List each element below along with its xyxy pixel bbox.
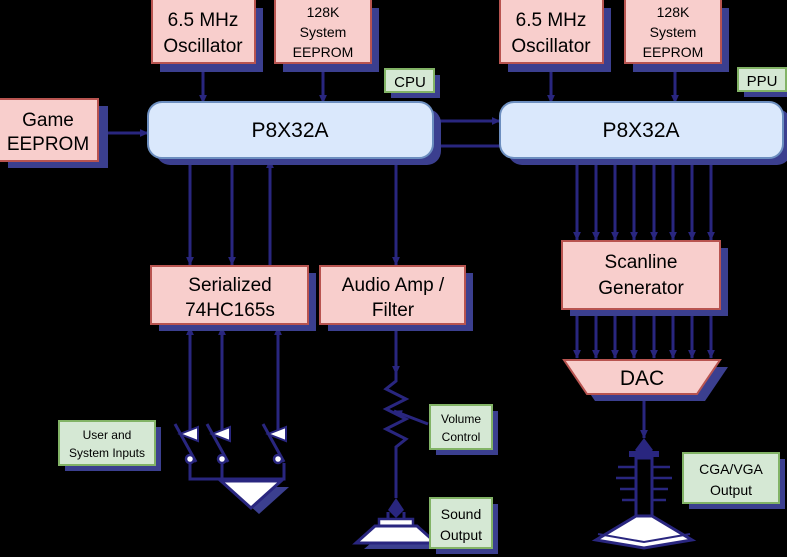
diagram-canvas: ••• Game EEPROM 6.5 MHz Oscillator 128K … — [0, 0, 787, 557]
block-ppu-system-eeprom[interactable]: 128K System EEPROM — [624, 0, 729, 72]
serialized-label-1: Serialized — [188, 275, 271, 296]
tag-volume-control[interactable]: Volume Control — [429, 404, 498, 455]
cpu-oscillator-label-2: Oscillator — [163, 36, 243, 57]
switch-contact-2 — [216, 453, 228, 465]
cpu-system-eeprom-label-1: 128K — [307, 4, 340, 20]
ppu-oscillator-label-1: 6.5 MHz — [516, 10, 587, 31]
tag-cga-vga-output[interactable]: CGA/VGA Output — [682, 452, 785, 509]
game-eeprom-label-2: EEPROM — [7, 134, 89, 155]
serialized-label-2: 74HC165s — [185, 300, 275, 321]
crt-tube-symbol — [591, 438, 697, 550]
ground-triangle — [217, 479, 289, 514]
resistor-zigzag — [382, 374, 410, 498]
tag-user-inputs-label-1: User and — [83, 428, 132, 442]
tag-sound-output-label-2: Output — [440, 527, 482, 543]
block-serialized-74hc165s[interactable]: Serialized 74HC165s — [150, 265, 316, 331]
cpu-system-eeprom-label-3: EEPROM — [293, 44, 354, 60]
block-cpu-oscillator[interactable]: 6.5 MHz Oscillator — [151, 0, 263, 72]
wire-scanline-to-dac-bus — [573, 312, 715, 359]
cpu-oscillator-label-1: 6.5 MHz — [168, 10, 239, 31]
cpu-chip-label: P8X32A — [251, 119, 328, 142]
block-ppu-oscillator[interactable]: 6.5 MHz Oscillator — [499, 0, 611, 72]
crt-screen — [591, 514, 697, 550]
potentiometer-symbol — [382, 374, 410, 498]
tag-user-inputs-label-2: System Inputs — [69, 446, 145, 460]
speaker-cone — [352, 524, 440, 545]
tag-sound-output[interactable]: Sound Output — [429, 497, 498, 554]
tag-cga-vga-label-1: CGA/VGA — [699, 461, 763, 477]
block-ppu-chip[interactable]: P8X32A — [499, 101, 787, 165]
ppu-system-eeprom-label-3: EEPROM — [643, 44, 704, 60]
ppu-oscillator-label-2: Oscillator — [511, 36, 591, 57]
tag-ppu-label: PPU — [747, 73, 778, 90]
dac-label: DAC — [620, 367, 664, 390]
switch-ellipsis: ••• — [242, 441, 257, 457]
tag-sound-output-label-1: Sound — [441, 506, 481, 522]
game-eeprom-label-1: Game — [22, 110, 74, 131]
tag-cpu-label: CPU — [394, 74, 426, 91]
switch-contact-3 — [272, 453, 284, 465]
audio-amp-label-2: Filter — [372, 300, 415, 321]
block-cpu-system-eeprom[interactable]: 128K System EEPROM — [274, 0, 379, 72]
ppu-chip-label: P8X32A — [602, 119, 679, 142]
tag-volume-label-1: Volume — [441, 412, 481, 426]
block-cpu-chip[interactable]: P8X32A — [147, 101, 441, 165]
switch-contact-1 — [184, 453, 196, 465]
speaker-lead — [388, 498, 404, 518]
system-block-diagram: ••• Game EEPROM 6.5 MHz Oscillator 128K … — [0, 0, 787, 554]
speaker-symbol — [352, 498, 440, 549]
wire-switches-to-serialized — [186, 326, 282, 434]
tag-user-system-inputs[interactable]: User and System Inputs — [58, 420, 161, 471]
wire-ppu-to-scanline-bus — [573, 160, 715, 241]
tag-cpu[interactable]: CPU — [384, 68, 440, 98]
audio-amp-label-1: Audio Amp / — [342, 275, 445, 296]
cpu-system-eeprom-label-2: System — [300, 24, 347, 40]
tag-volume-label-2: Control — [442, 430, 481, 444]
tag-ppu[interactable]: PPU — [737, 67, 787, 97]
block-audio-amp-filter[interactable]: Audio Amp / Filter — [319, 265, 473, 331]
switch-common-rail-right — [188, 463, 286, 481]
tag-cga-vga-label-2: Output — [710, 482, 752, 498]
scanline-label-2: Generator — [598, 278, 684, 299]
block-dac[interactable]: DAC — [562, 359, 728, 401]
crt-neck — [634, 456, 654, 518]
block-scanline-generator[interactable]: Scanline Generator — [561, 240, 728, 316]
crt-neck-cap — [629, 451, 659, 457]
block-game-eeprom[interactable]: Game EEPROM — [0, 98, 108, 168]
ppu-system-eeprom-label-2: System — [650, 24, 697, 40]
ppu-system-eeprom-label-1: 128K — [657, 4, 690, 20]
scanline-label-1: Scanline — [605, 252, 678, 273]
